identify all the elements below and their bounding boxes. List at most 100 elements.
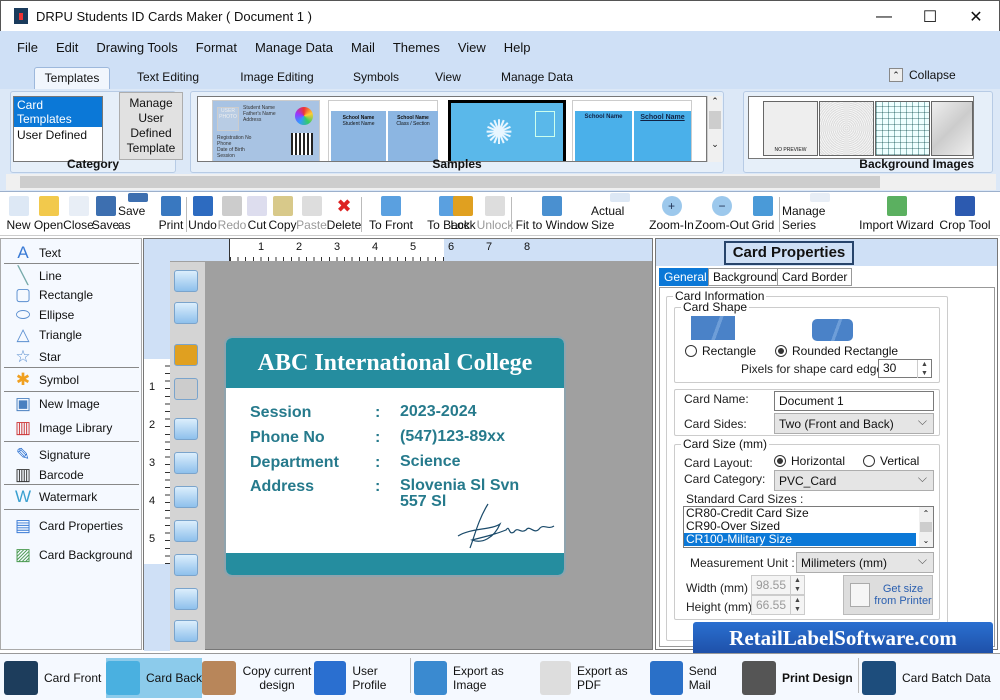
- minimize-button[interactable]: —: [861, 1, 907, 32]
- card-field-label[interactable]: Address: [250, 478, 314, 496]
- bottom-export-as-pdf-button[interactable]: Export as PDF: [540, 658, 648, 698]
- bottom-copy-current-design-button[interactable]: Copy current design: [202, 658, 312, 698]
- signature-image[interactable]: [448, 500, 558, 552]
- toolbar-close-button[interactable]: Close: [63, 193, 94, 236]
- id-card-preview[interactable]: ABC International College Session: 2023-2…: [224, 336, 566, 577]
- rounded-shape-preview[interactable]: [812, 319, 853, 341]
- tool-rectangle[interactable]: ▢ Rectangle: [13, 285, 93, 305]
- samples-scrollbar[interactable]: ⌃ ⌄: [707, 96, 722, 162]
- tab-symbols[interactable]: Symbols: [344, 67, 408, 89]
- toolbar-to-front-button[interactable]: To Front: [362, 193, 420, 236]
- width-input[interactable]: 98.55 ▲ ▼: [751, 575, 805, 595]
- center-vertical-icon[interactable]: [174, 588, 198, 610]
- tab-view[interactable]: View: [428, 67, 468, 89]
- tab-general[interactable]: General: [659, 268, 712, 286]
- tool-new-image[interactable]: ▣ New Image: [13, 394, 100, 414]
- category-item-user-defined[interactable]: User Defined: [14, 127, 102, 143]
- tab-manage-data[interactable]: Manage Data: [494, 67, 580, 89]
- tool-image-library[interactable]: ▥ Image Library: [13, 418, 112, 438]
- scroll-thumb[interactable]: [20, 176, 880, 188]
- toolbar-zoom-in-button[interactable]: + Zoom-In: [649, 193, 694, 236]
- tool-line[interactable]: ╲ Line: [13, 266, 62, 286]
- sample-template-4[interactable]: School Name School Name: [572, 100, 692, 161]
- height-input[interactable]: 66.55 ▲ ▼: [751, 595, 805, 615]
- bg-grid[interactable]: [875, 101, 930, 156]
- menu-manage-data[interactable]: Manage Data: [246, 40, 342, 55]
- toolbar-redo-button[interactable]: Redo: [218, 193, 246, 236]
- edge-pixels-input[interactable]: 30 ▲ ▼: [878, 359, 932, 378]
- edge-spinner[interactable]: ▲ ▼: [917, 360, 931, 378]
- tab-image-editing[interactable]: Image Editing: [232, 67, 322, 89]
- align-right-icon[interactable]: [174, 452, 198, 474]
- tab-background[interactable]: Background: [708, 268, 783, 286]
- toolbar-open-button[interactable]: Open: [33, 193, 64, 236]
- toolbar-lock-button[interactable]: Lock: [449, 193, 477, 236]
- width-spinner[interactable]: ▲ ▼: [790, 576, 804, 594]
- collapse-button[interactable]: ⌃ Collapse: [889, 68, 956, 82]
- card-field-label[interactable]: Phone No: [250, 429, 325, 447]
- card-name-input[interactable]: Document 1: [774, 391, 934, 411]
- bg-texture-1[interactable]: [819, 101, 874, 156]
- bottom-print-design-button[interactable]: Print Design: [742, 658, 860, 698]
- measurement-unit-dropdown[interactable]: Milimeters (mm): [796, 552, 934, 573]
- scroll-up-icon[interactable]: ⌃: [708, 96, 722, 107]
- toolbar-manage-series-button[interactable]: Manage Series: [782, 193, 858, 236]
- toolbar-actual-size-button[interactable]: Actual Size: [591, 193, 649, 236]
- manage-user-defined-template-button[interactable]: Manage User Defined Template: [119, 92, 183, 160]
- maximize-button[interactable]: ☐: [907, 1, 953, 32]
- card-category-dropdown[interactable]: PVC_Card: [774, 470, 934, 491]
- tool-watermark[interactable]: W Watermark: [13, 487, 97, 507]
- card-field-value[interactable]: 2023-2024: [400, 404, 477, 420]
- menu-help[interactable]: Help: [495, 40, 540, 55]
- toolbar-fit-to-window-button[interactable]: Fit to Window: [513, 193, 591, 236]
- menu-file[interactable]: File: [8, 40, 47, 55]
- tool-symbol[interactable]: ✱ Symbol: [13, 370, 79, 390]
- bottom-card-back-button[interactable]: Card Back: [106, 658, 202, 698]
- radio-rounded-rectangle[interactable]: Rounded Rectangle: [775, 344, 898, 358]
- sizes-scrollbar[interactable]: ⌃ ⌄: [919, 507, 933, 547]
- category-list[interactable]: Card Templates User Defined: [13, 96, 103, 162]
- toolbar-delete-button[interactable]: ✖ Delete: [326, 193, 362, 236]
- tab-card-border[interactable]: Card Border: [777, 268, 853, 286]
- card-field-value[interactable]: Science: [400, 454, 460, 470]
- category-item-card-templates[interactable]: Card Templates: [14, 97, 102, 127]
- tool-ellipse[interactable]: ⬭ Ellipse: [13, 305, 75, 325]
- bottom-card-front-button[interactable]: Card Front: [4, 658, 104, 698]
- sample-template-3-selected[interactable]: ✺: [448, 100, 566, 161]
- tool-barcode[interactable]: ▥ Barcode: [13, 465, 84, 485]
- bottom-send-mail-button[interactable]: Send Mail: [650, 658, 740, 698]
- toolbar-unlock-button[interactable]: Unlock: [477, 193, 513, 236]
- sample-template-2[interactable]: School Name Student Name School Name Cla…: [328, 100, 438, 161]
- toolbar-paste-button[interactable]: Paste: [296, 193, 327, 236]
- lock-icon[interactable]: [174, 344, 198, 366]
- bottom-user-profile-button[interactable]: User Profile: [314, 658, 412, 698]
- menu-format[interactable]: Format: [187, 40, 246, 55]
- menu-drawing-tools[interactable]: Drawing Tools: [87, 40, 186, 55]
- get-size-from-printer-button[interactable]: Get size from Printer: [843, 575, 933, 615]
- align-left-icon[interactable]: [174, 418, 198, 440]
- menu-edit[interactable]: Edit: [47, 40, 87, 55]
- scroll-thumb[interactable]: [709, 111, 721, 129]
- size-option-selected[interactable]: CR100-Military Size: [684, 533, 916, 546]
- scroll-down-icon[interactable]: ⌄: [708, 139, 722, 150]
- rectangle-shape-preview[interactable]: [691, 316, 735, 340]
- bg-texture-2[interactable]: [931, 101, 973, 156]
- toolbar-print-button[interactable]: Print: [157, 193, 185, 236]
- ribbon-horizontal-scrollbar[interactable]: [6, 174, 996, 190]
- toolbar-grid-button[interactable]: Grid: [750, 193, 776, 236]
- toolbar-new-button[interactable]: New: [4, 193, 33, 236]
- tab-templates[interactable]: Templates: [34, 67, 110, 89]
- toolbar-copy-button[interactable]: Copy: [268, 193, 297, 236]
- to-back-icon[interactable]: [174, 302, 198, 324]
- unlock-icon[interactable]: [174, 378, 198, 400]
- card-field-label[interactable]: Session: [250, 404, 311, 422]
- menu-view[interactable]: View: [449, 40, 495, 55]
- toolbar-undo-button[interactable]: Undo: [187, 193, 218, 236]
- card-college-title[interactable]: ABC International College: [226, 338, 564, 388]
- close-button[interactable]: ✕: [953, 1, 999, 32]
- standard-sizes-list[interactable]: CR80-Credit Card Size CR90-Over Sized CR…: [683, 506, 934, 548]
- card-field-value[interactable]: (547)123-89xx: [400, 429, 505, 445]
- height-spinner[interactable]: ▲ ▼: [790, 596, 804, 614]
- sample-template-1[interactable]: USER PHOTO Student Name Father's Name Ad…: [212, 100, 320, 161]
- tool-card-background[interactable]: ▨ Card Background: [13, 545, 132, 565]
